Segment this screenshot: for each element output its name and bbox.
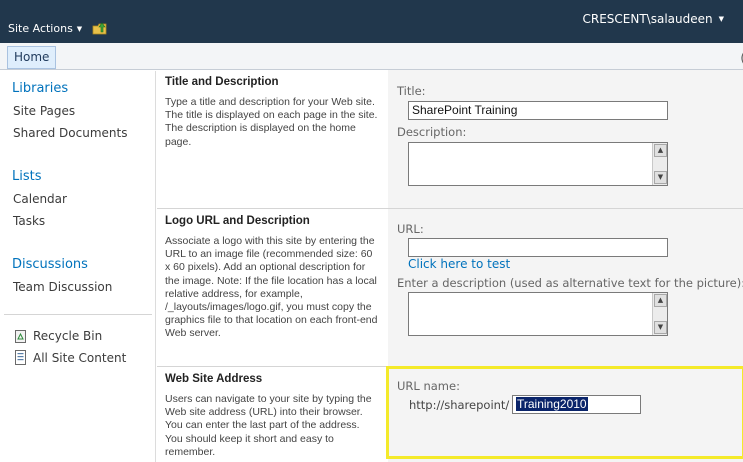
scroll-up-icon[interactable]: ▲ — [654, 144, 667, 157]
nav-item-recycle-bin[interactable]: Recycle Bin — [33, 329, 102, 343]
section-description-column: Title and Description Type a title and d… — [157, 70, 388, 208]
scroll-down-icon[interactable]: ▼ — [654, 321, 667, 334]
nav-item-shared-documents[interactable]: Shared Documents — [13, 126, 127, 140]
title-field[interactable]: SharePoint Training — [408, 101, 668, 120]
section-heading: Logo URL and Description — [165, 215, 310, 227]
top-bar: Site Actions ▼ CRESCENT\salaudeen ▼ — [0, 0, 743, 43]
section-help-text: Type a title and description for your We… — [165, 96, 378, 148]
nav-item-tasks[interactable]: Tasks — [13, 214, 45, 228]
site-actions-menu[interactable]: Site Actions ▼ — [8, 22, 82, 35]
tab-home[interactable]: Home — [7, 46, 57, 69]
nav-item-all-site-content[interactable]: All Site Content — [33, 351, 126, 365]
scroll-up-icon[interactable]: ▲ — [654, 294, 667, 307]
logo-url-field[interactable] — [408, 238, 668, 257]
nav-heading-lists[interactable]: Lists — [12, 169, 42, 184]
title-label: Title: — [397, 84, 426, 98]
all-site-content-icon — [15, 350, 26, 365]
section-help-text: Users can navigate to your site by typin… — [165, 393, 372, 458]
description-label: Description: — [397, 125, 467, 139]
url-prefix: http://sharepoint/ — [409, 398, 510, 412]
section-heading: Web Site Address — [165, 373, 263, 385]
url-name-value: Training2010 — [516, 397, 588, 411]
nav-item-calendar[interactable]: Calendar — [13, 192, 67, 206]
url-label: URL: — [397, 222, 424, 236]
section-input-column: URL name: http://sharepoint/ Training201… — [388, 367, 743, 462]
caret-down-icon: ▼ — [76, 24, 83, 33]
site-actions-label: Site Actions — [8, 22, 73, 35]
url-name-label: URL name: — [397, 379, 460, 393]
nav-divider — [4, 314, 152, 315]
nav-heading-libraries[interactable]: Libraries — [12, 81, 68, 96]
user-menu[interactable]: CRESCENT\salaudeen ▼ — [582, 12, 724, 26]
section-description-column: Logo URL and Description Associate a log… — [157, 209, 388, 366]
alt-text-scrollbar[interactable]: ▲ ▼ — [652, 293, 667, 335]
nav-heading-discussions[interactable]: Discussions — [12, 257, 88, 272]
quick-launch: Libraries Site Pages Shared Documents Li… — [0, 71, 156, 462]
test-link[interactable]: Click here to test — [408, 257, 510, 271]
caret-down-icon: ▼ — [718, 15, 724, 23]
section-input-column: URL: Click here to test Enter a descript… — [388, 209, 743, 366]
section-web-site-address: Web Site Address Users can navigate to y… — [157, 367, 743, 462]
nav-item-team-discussion[interactable]: Team Discussion — [13, 280, 112, 294]
navigate-up-icon[interactable] — [92, 20, 108, 36]
section-input-column: Title: SharePoint Training Description: … — [388, 70, 743, 208]
section-description-column: Web Site Address Users can navigate to y… — [157, 367, 388, 462]
description-field[interactable]: ▲ ▼ — [408, 142, 668, 186]
alt-text-field[interactable]: ▲ ▼ — [408, 292, 668, 336]
section-logo: Logo URL and Description Associate a log… — [157, 209, 743, 366]
recycle-bin-icon — [15, 330, 26, 343]
alt-text-label: Enter a description (used as alternative… — [397, 276, 743, 290]
section-title-description: Title and Description Type a title and d… — [157, 70, 743, 208]
url-name-field[interactable]: Training2010 — [512, 395, 641, 414]
scroll-down-icon[interactable]: ▼ — [654, 171, 667, 184]
section-help-text: Associate a logo with this site by enter… — [165, 235, 378, 340]
nav-item-site-pages[interactable]: Site Pages — [13, 104, 75, 118]
ribbon-tab-row: Home ( — [0, 43, 743, 70]
user-name: CRESCENT\salaudeen — [582, 12, 713, 26]
section-heading: Title and Description — [165, 76, 279, 88]
description-scrollbar[interactable]: ▲ ▼ — [652, 143, 667, 185]
